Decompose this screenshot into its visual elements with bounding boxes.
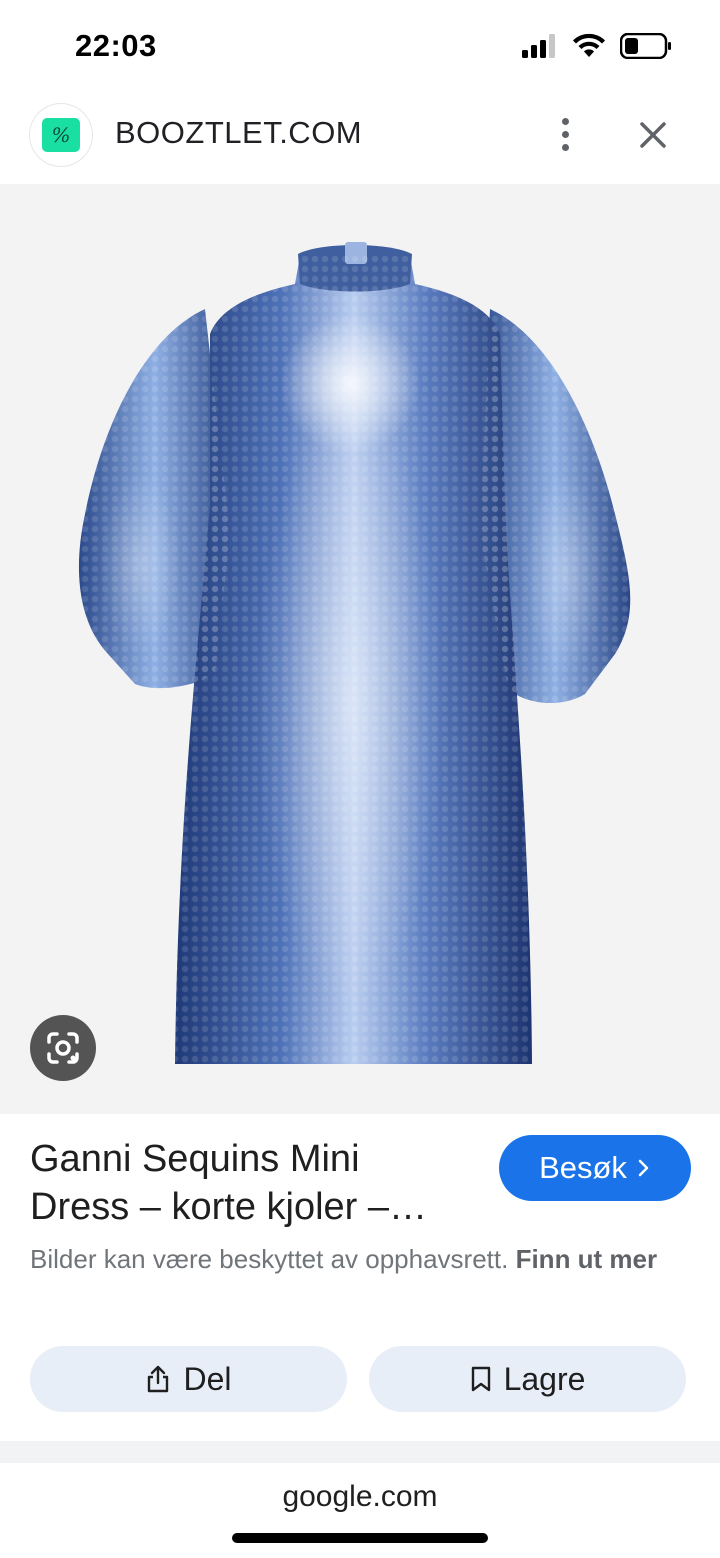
logo-badge: % bbox=[42, 118, 80, 152]
product-image[interactable] bbox=[0, 184, 720, 1114]
status-time: 22:03 bbox=[75, 28, 157, 63]
save-button[interactable]: Lagre bbox=[369, 1346, 686, 1412]
bookmark-icon bbox=[471, 1366, 490, 1392]
share-icon bbox=[148, 1365, 169, 1393]
site-name: BOOZTLET.COM bbox=[115, 115, 363, 150]
more-vert-icon bbox=[561, 117, 569, 125]
sequin-dress-image bbox=[78, 242, 631, 1064]
result-title[interactable]: Ganni Sequins Mini Dress – korte kjoler … bbox=[30, 1135, 480, 1231]
visit-label: Besøk bbox=[539, 1150, 627, 1185]
status-icons bbox=[522, 33, 672, 59]
share-label: Del bbox=[183, 1360, 232, 1397]
home-indicator[interactable] bbox=[232, 1533, 488, 1543]
google-lens-icon bbox=[47, 1032, 79, 1064]
site-logo: % bbox=[30, 104, 92, 166]
more-options-button[interactable] bbox=[548, 112, 582, 156]
footer-url[interactable]: google.com bbox=[0, 1480, 720, 1514]
visit-button[interactable]: Besøk bbox=[499, 1135, 691, 1201]
copyright-notice: Bilder kan være beskyttet av opphavsrett… bbox=[30, 1240, 690, 1279]
google-lens-button[interactable] bbox=[30, 1015, 96, 1081]
signal-icon bbox=[522, 34, 555, 58]
battery-icon bbox=[620, 33, 671, 59]
title-line-2: Dress – korte kjoler –… bbox=[30, 1186, 428, 1228]
wifi-icon bbox=[573, 33, 605, 57]
learn-more-link[interactable]: Finn ut mer bbox=[516, 1244, 658, 1274]
save-label: Lagre bbox=[503, 1360, 586, 1397]
section-divider bbox=[0, 1441, 720, 1463]
title-line-1: Ganni Sequins Mini bbox=[30, 1138, 360, 1180]
status-bar: 22:03 bbox=[0, 0, 720, 96]
site-header: % BOOZTLET.COM bbox=[0, 96, 720, 184]
copyright-text: Bilder kan være beskyttet av opphavsrett… bbox=[30, 1244, 516, 1274]
share-button[interactable]: Del bbox=[30, 1346, 347, 1412]
close-icon[interactable] bbox=[630, 112, 676, 158]
chevron-right-icon bbox=[638, 1159, 649, 1177]
